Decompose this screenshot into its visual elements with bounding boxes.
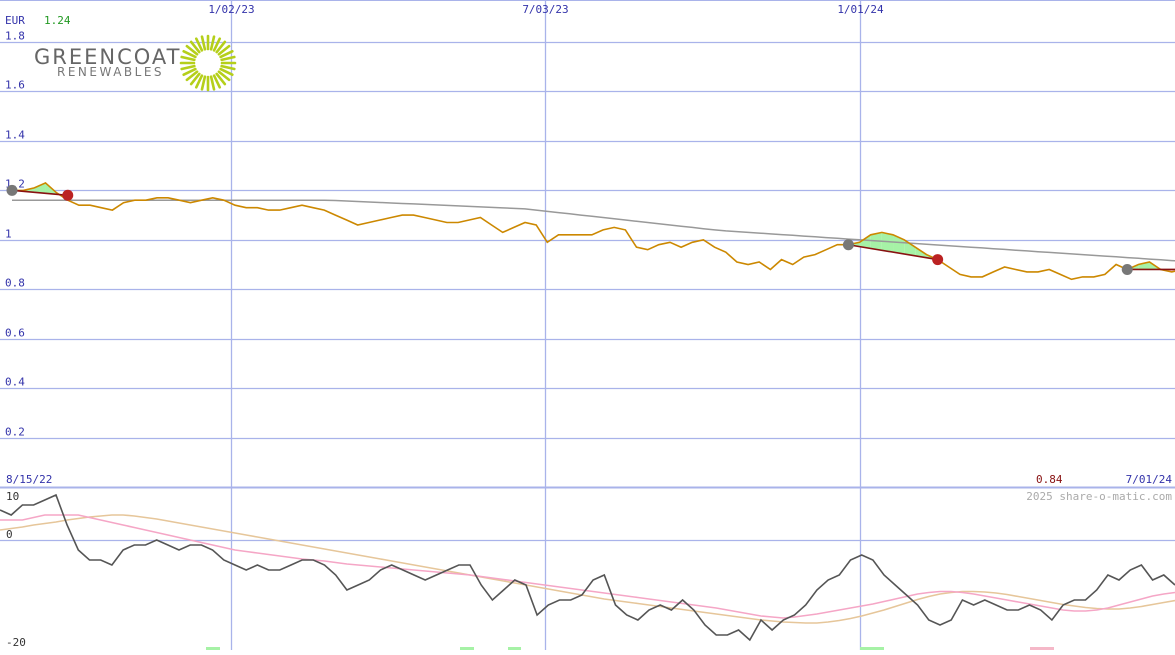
- x-tick-label: 7/03/23: [522, 3, 568, 16]
- logo-tagline: RENEWABLES: [57, 65, 164, 79]
- signal-end-dot: [932, 254, 943, 265]
- signal-start-dot: [7, 185, 18, 196]
- y-tick-label: 0.8: [5, 277, 25, 290]
- y-tick-label: 0.6: [5, 327, 25, 340]
- high-value-label: 1.24: [44, 14, 71, 27]
- signal-start-dot: [843, 239, 854, 250]
- y-tick-label: 1.4: [5, 129, 25, 142]
- chart-svg: 1.81.61.41.210.80.60.40.21/02/237/03/231…: [0, 0, 1175, 650]
- lower-y-tick-label: 10: [6, 490, 19, 503]
- lower-y-tick-label: -20: [6, 636, 26, 649]
- low-value-label: 0.84: [1036, 473, 1063, 486]
- chart-background: [0, 0, 1175, 650]
- y-tick-label: 1.6: [5, 79, 25, 92]
- y-tick-label: 1: [5, 228, 12, 241]
- lower-y-tick-label: 0: [6, 528, 13, 541]
- watermark: 2025 share-o-matic.com: [1026, 490, 1172, 503]
- end-date-label: 7/01/24: [1126, 473, 1173, 486]
- x-tick-label: 1/02/23: [208, 3, 254, 16]
- signal-end-dot: [62, 190, 73, 201]
- signal-start-dot: [1122, 264, 1133, 275]
- y-tick-label: 0.2: [5, 426, 25, 439]
- y-tick-label: 0.4: [5, 376, 25, 389]
- start-date-label: 8/15/22: [6, 473, 52, 486]
- x-tick-label: 1/01/24: [837, 3, 884, 16]
- currency-label: EUR: [5, 14, 25, 27]
- price-chart-panel: 1.81.61.41.210.80.60.40.21/02/237/03/231…: [0, 0, 1175, 650]
- y-tick-label: 1.8: [5, 30, 25, 43]
